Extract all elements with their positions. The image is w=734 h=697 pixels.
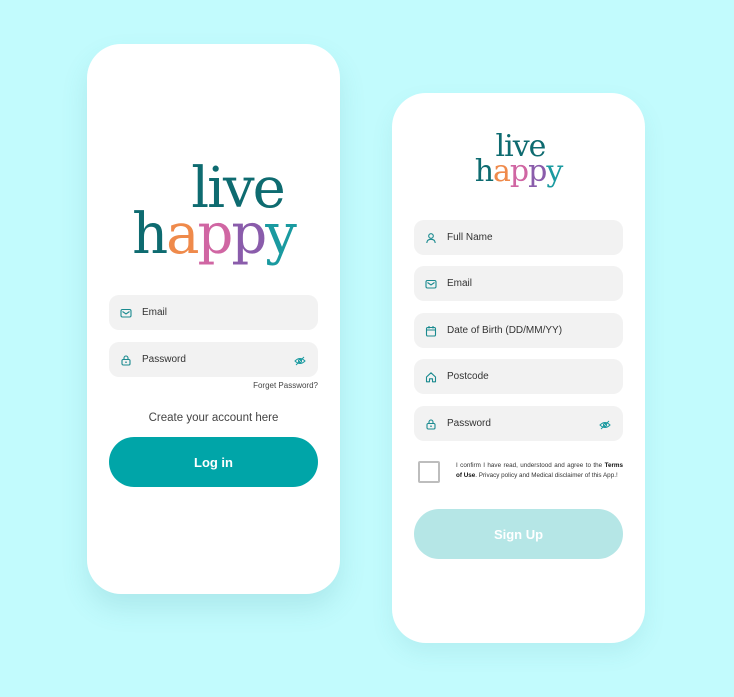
- postcode-placeholder: Postcode: [447, 371, 489, 382]
- login-button[interactable]: Log in: [109, 437, 318, 487]
- signup-button[interactable]: Sign Up: [414, 509, 623, 559]
- date-of-birth-field[interactable]: Date of Birth (DD/MM/YY): [414, 313, 623, 348]
- user-icon: [425, 232, 437, 244]
- calendar-icon: [425, 325, 437, 337]
- full-name-field[interactable]: Full Name: [414, 220, 623, 255]
- live-happy-logo: live happy: [87, 161, 340, 267]
- forgot-password-link[interactable]: Forget Password?: [253, 381, 318, 390]
- terms-consent: I confirm I have read, understood and ag…: [414, 461, 625, 491]
- terms-prefix: I confirm I have read, understood and ag…: [456, 462, 603, 469]
- signup-email-placeholder: Email: [447, 278, 473, 289]
- logo-word-happy: happy: [132, 202, 297, 267]
- create-account-link[interactable]: Create your account here: [87, 412, 340, 424]
- lock-icon: [120, 354, 132, 366]
- password-placeholder: Password: [142, 354, 186, 365]
- email-placeholder: Email: [142, 307, 168, 318]
- logo-word-happy: happy: [474, 154, 564, 189]
- signup-screen: live happy Full Name Email Date of Birth…: [392, 93, 645, 643]
- postcode-field[interactable]: Postcode: [414, 359, 623, 394]
- full-name-placeholder: Full Name: [447, 232, 493, 243]
- eye-off-icon[interactable]: [294, 354, 306, 366]
- mail-icon: [425, 278, 437, 290]
- login-screen: live happy Email Password Forget Passwor…: [87, 44, 340, 594]
- eye-off-icon[interactable]: [599, 418, 611, 430]
- terms-suffix: . Privacy policy and Medical disclaimer …: [475, 472, 618, 479]
- terms-checkbox[interactable]: [418, 461, 440, 483]
- mail-icon: [120, 307, 132, 319]
- lock-icon: [425, 418, 437, 430]
- live-happy-logo: live happy: [392, 132, 645, 189]
- home-icon: [425, 371, 437, 383]
- signup-email-field[interactable]: Email: [414, 266, 623, 301]
- signup-password-placeholder: Password: [447, 418, 491, 429]
- email-field[interactable]: Email: [109, 295, 318, 330]
- password-field[interactable]: Password: [109, 342, 318, 377]
- terms-text: I confirm I have read, understood and ag…: [456, 461, 623, 481]
- signup-password-field[interactable]: Password: [414, 406, 623, 441]
- date-of-birth-placeholder: Date of Birth (DD/MM/YY): [447, 325, 563, 336]
